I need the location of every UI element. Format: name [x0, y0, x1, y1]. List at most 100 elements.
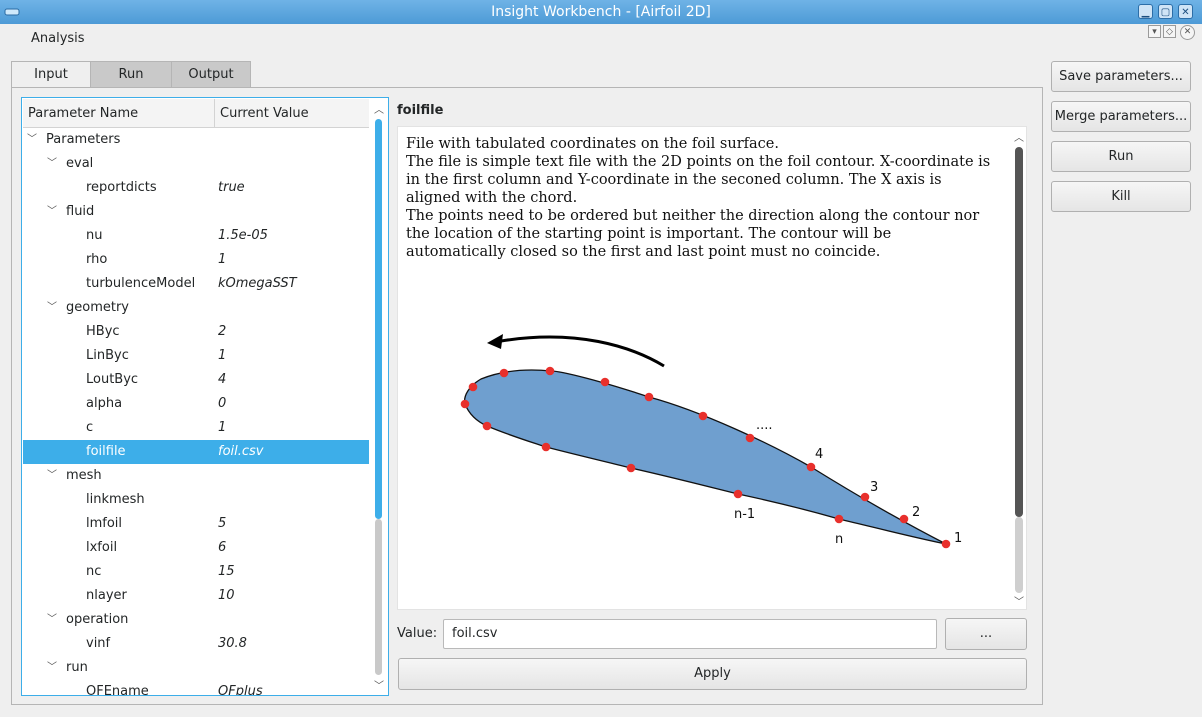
- tree-item-label: LinByc: [86, 348, 129, 363]
- tree-group[interactable]: ﹀ operation: [23, 608, 369, 632]
- tree-item-label: eval: [66, 156, 94, 171]
- browse-button[interactable]: ...: [945, 618, 1027, 650]
- tree-item[interactable]: nu 1.5e-05: [23, 224, 369, 248]
- tree-item-label: rho: [86, 252, 108, 267]
- tree-group[interactable]: ﹀ geometry: [23, 296, 369, 320]
- tree-item-label: Parameters: [46, 132, 121, 147]
- tree-item-label: operation: [66, 612, 129, 627]
- label-1: 1: [954, 531, 962, 546]
- window-title: Insight Workbench - [Airfoil 2D]: [491, 4, 711, 20]
- close-window-button[interactable]: ✕: [1178, 4, 1193, 19]
- tree-group[interactable]: ﹀ mesh: [23, 464, 369, 488]
- column-separator[interactable]: [214, 99, 215, 127]
- tree-item[interactable]: lxfoil 6: [23, 536, 369, 560]
- tree-item[interactable]: linkmesh: [23, 488, 369, 512]
- scroll-up-icon[interactable]: ︿: [374, 101, 384, 116]
- description-scroll-track[interactable]: [1015, 517, 1023, 593]
- column-header-name[interactable]: Parameter Name: [28, 106, 138, 121]
- arrowhead-icon: [487, 334, 503, 349]
- tree-item[interactable]: reportdicts true: [23, 176, 369, 200]
- merge-parameters-button[interactable]: Merge parameters...: [1051, 101, 1191, 132]
- tree-item-label: c: [86, 420, 94, 435]
- tab-run[interactable]: Run: [90, 61, 172, 87]
- tree-item[interactable]: alpha 0: [23, 392, 369, 416]
- tree-item-label: linkmesh: [86, 492, 145, 507]
- scroll-down-icon[interactable]: ﹀: [1014, 593, 1024, 608]
- chevron-down-icon[interactable]: ﹀: [47, 608, 57, 632]
- window-titlebar: Insight Workbench - [Airfoil 2D]: [0, 0, 1202, 24]
- mdi-minimize-button[interactable]: ▾: [1148, 25, 1161, 38]
- tree-item[interactable]: HByc 2: [23, 320, 369, 344]
- mdi-restore-button[interactable]: ◇: [1163, 25, 1176, 38]
- label-2: 2: [912, 505, 920, 520]
- tree-item-value: 4: [218, 372, 227, 387]
- tree-scroll-track[interactable]: [375, 519, 382, 675]
- tree-item[interactable]: c1: [23, 416, 369, 440]
- tree-item-value: OFplus: [218, 684, 263, 696]
- tree-item-label: reportdicts: [86, 180, 157, 195]
- tree-item-label: lxfoil: [86, 540, 118, 555]
- run-button[interactable]: Run: [1051, 141, 1191, 172]
- tree-scroll-thumb[interactable]: [375, 119, 382, 519]
- tree-item-label: lmfoil: [86, 516, 123, 531]
- chevron-down-icon[interactable]: ﹀: [47, 200, 57, 224]
- chevron-down-icon[interactable]: ﹀: [27, 128, 37, 152]
- scroll-down-icon[interactable]: ﹀: [374, 677, 384, 692]
- tree-item-label: vinf: [86, 636, 111, 651]
- column-header-value[interactable]: Current Value: [220, 106, 309, 121]
- tree-item[interactable]: nc 15: [23, 560, 369, 584]
- tree-group[interactable]: ﹀ run: [23, 656, 369, 680]
- tree-item[interactable]: foilfile foil.csv: [23, 440, 369, 464]
- tree-item[interactable]: vinf 30.8: [23, 632, 369, 656]
- description-scrollbar[interactable]: ︿ ﹀: [1011, 127, 1027, 609]
- tree-item-label: OFEname: [86, 684, 149, 696]
- apply-button[interactable]: Apply: [398, 658, 1027, 690]
- tree-item-value: 5: [218, 516, 227, 531]
- tree-item-value: 1.5e-05: [218, 228, 268, 243]
- foil-diagram: .... 4 3 2 1 n n-1: [460, 334, 962, 549]
- tree-item-label: foilfile: [86, 444, 126, 459]
- scroll-up-icon[interactable]: ︿: [1014, 129, 1024, 144]
- tree-item-label: nc: [86, 564, 102, 579]
- chevron-down-icon[interactable]: ﹀: [47, 152, 57, 176]
- tree-item[interactable]: rho 1: [23, 248, 369, 272]
- tree-item-value: 2: [218, 324, 227, 339]
- maximize-window-button[interactable]: ▢: [1158, 4, 1173, 19]
- mdi-close-button[interactable]: ✕: [1180, 25, 1195, 40]
- chevron-down-icon[interactable]: ﹀: [47, 296, 57, 320]
- tree-item-label: geometry: [66, 300, 130, 315]
- tree-item-label: LoutByc: [86, 372, 139, 387]
- tree-item[interactable]: turbulenceModel kOmegaSST: [23, 272, 369, 296]
- tree-item-label: mesh: [66, 468, 102, 483]
- tree-group[interactable]: ﹀ fluid: [23, 200, 369, 224]
- minimize-window-button[interactable]: ▁: [1138, 4, 1153, 19]
- kill-button[interactable]: Kill: [1051, 181, 1191, 212]
- chevron-down-icon[interactable]: ﹀: [47, 464, 57, 488]
- description-scroll-thumb[interactable]: [1015, 147, 1023, 517]
- tree-item-label: nu: [86, 228, 103, 243]
- tree-item[interactable]: LoutByc 4: [23, 368, 369, 392]
- save-parameters-button[interactable]: Save parameters...: [1051, 61, 1191, 92]
- tree-item-label: run: [66, 660, 88, 675]
- value-input[interactable]: foil.csv: [443, 619, 937, 649]
- label-3: 3: [870, 480, 878, 495]
- tree-item[interactable]: nlayer 10: [23, 584, 369, 608]
- menu-analysis[interactable]: Analysis: [31, 31, 85, 46]
- tree-group[interactable]: ﹀ Parameters: [23, 128, 369, 152]
- tree-item[interactable]: LinByc 1: [23, 344, 369, 368]
- foil-shape: [463, 369, 947, 545]
- tree-item-value: kOmegaSST: [218, 276, 297, 291]
- tree-item-value: 1: [218, 420, 227, 435]
- tree-group[interactable]: ﹀ eval: [23, 152, 369, 176]
- parameter-tree[interactable]: Parameter Name Current Value ﹀ Parameters…: [21, 97, 389, 696]
- chevron-down-icon[interactable]: ﹀: [47, 656, 57, 680]
- value-label: Value:: [397, 626, 438, 641]
- tab-input[interactable]: Input: [11, 61, 91, 89]
- tree-item[interactable]: lmfoil 5: [23, 512, 369, 536]
- tree-scrollbar[interactable]: ︿ ﹀: [371, 99, 388, 695]
- tree-item[interactable]: OFEname OFplus: [23, 680, 369, 696]
- tab-output[interactable]: Output: [171, 61, 251, 87]
- menubar: [0, 24, 1202, 54]
- tree-item-value: 30.8: [218, 636, 247, 651]
- label-dots: ....: [756, 418, 773, 433]
